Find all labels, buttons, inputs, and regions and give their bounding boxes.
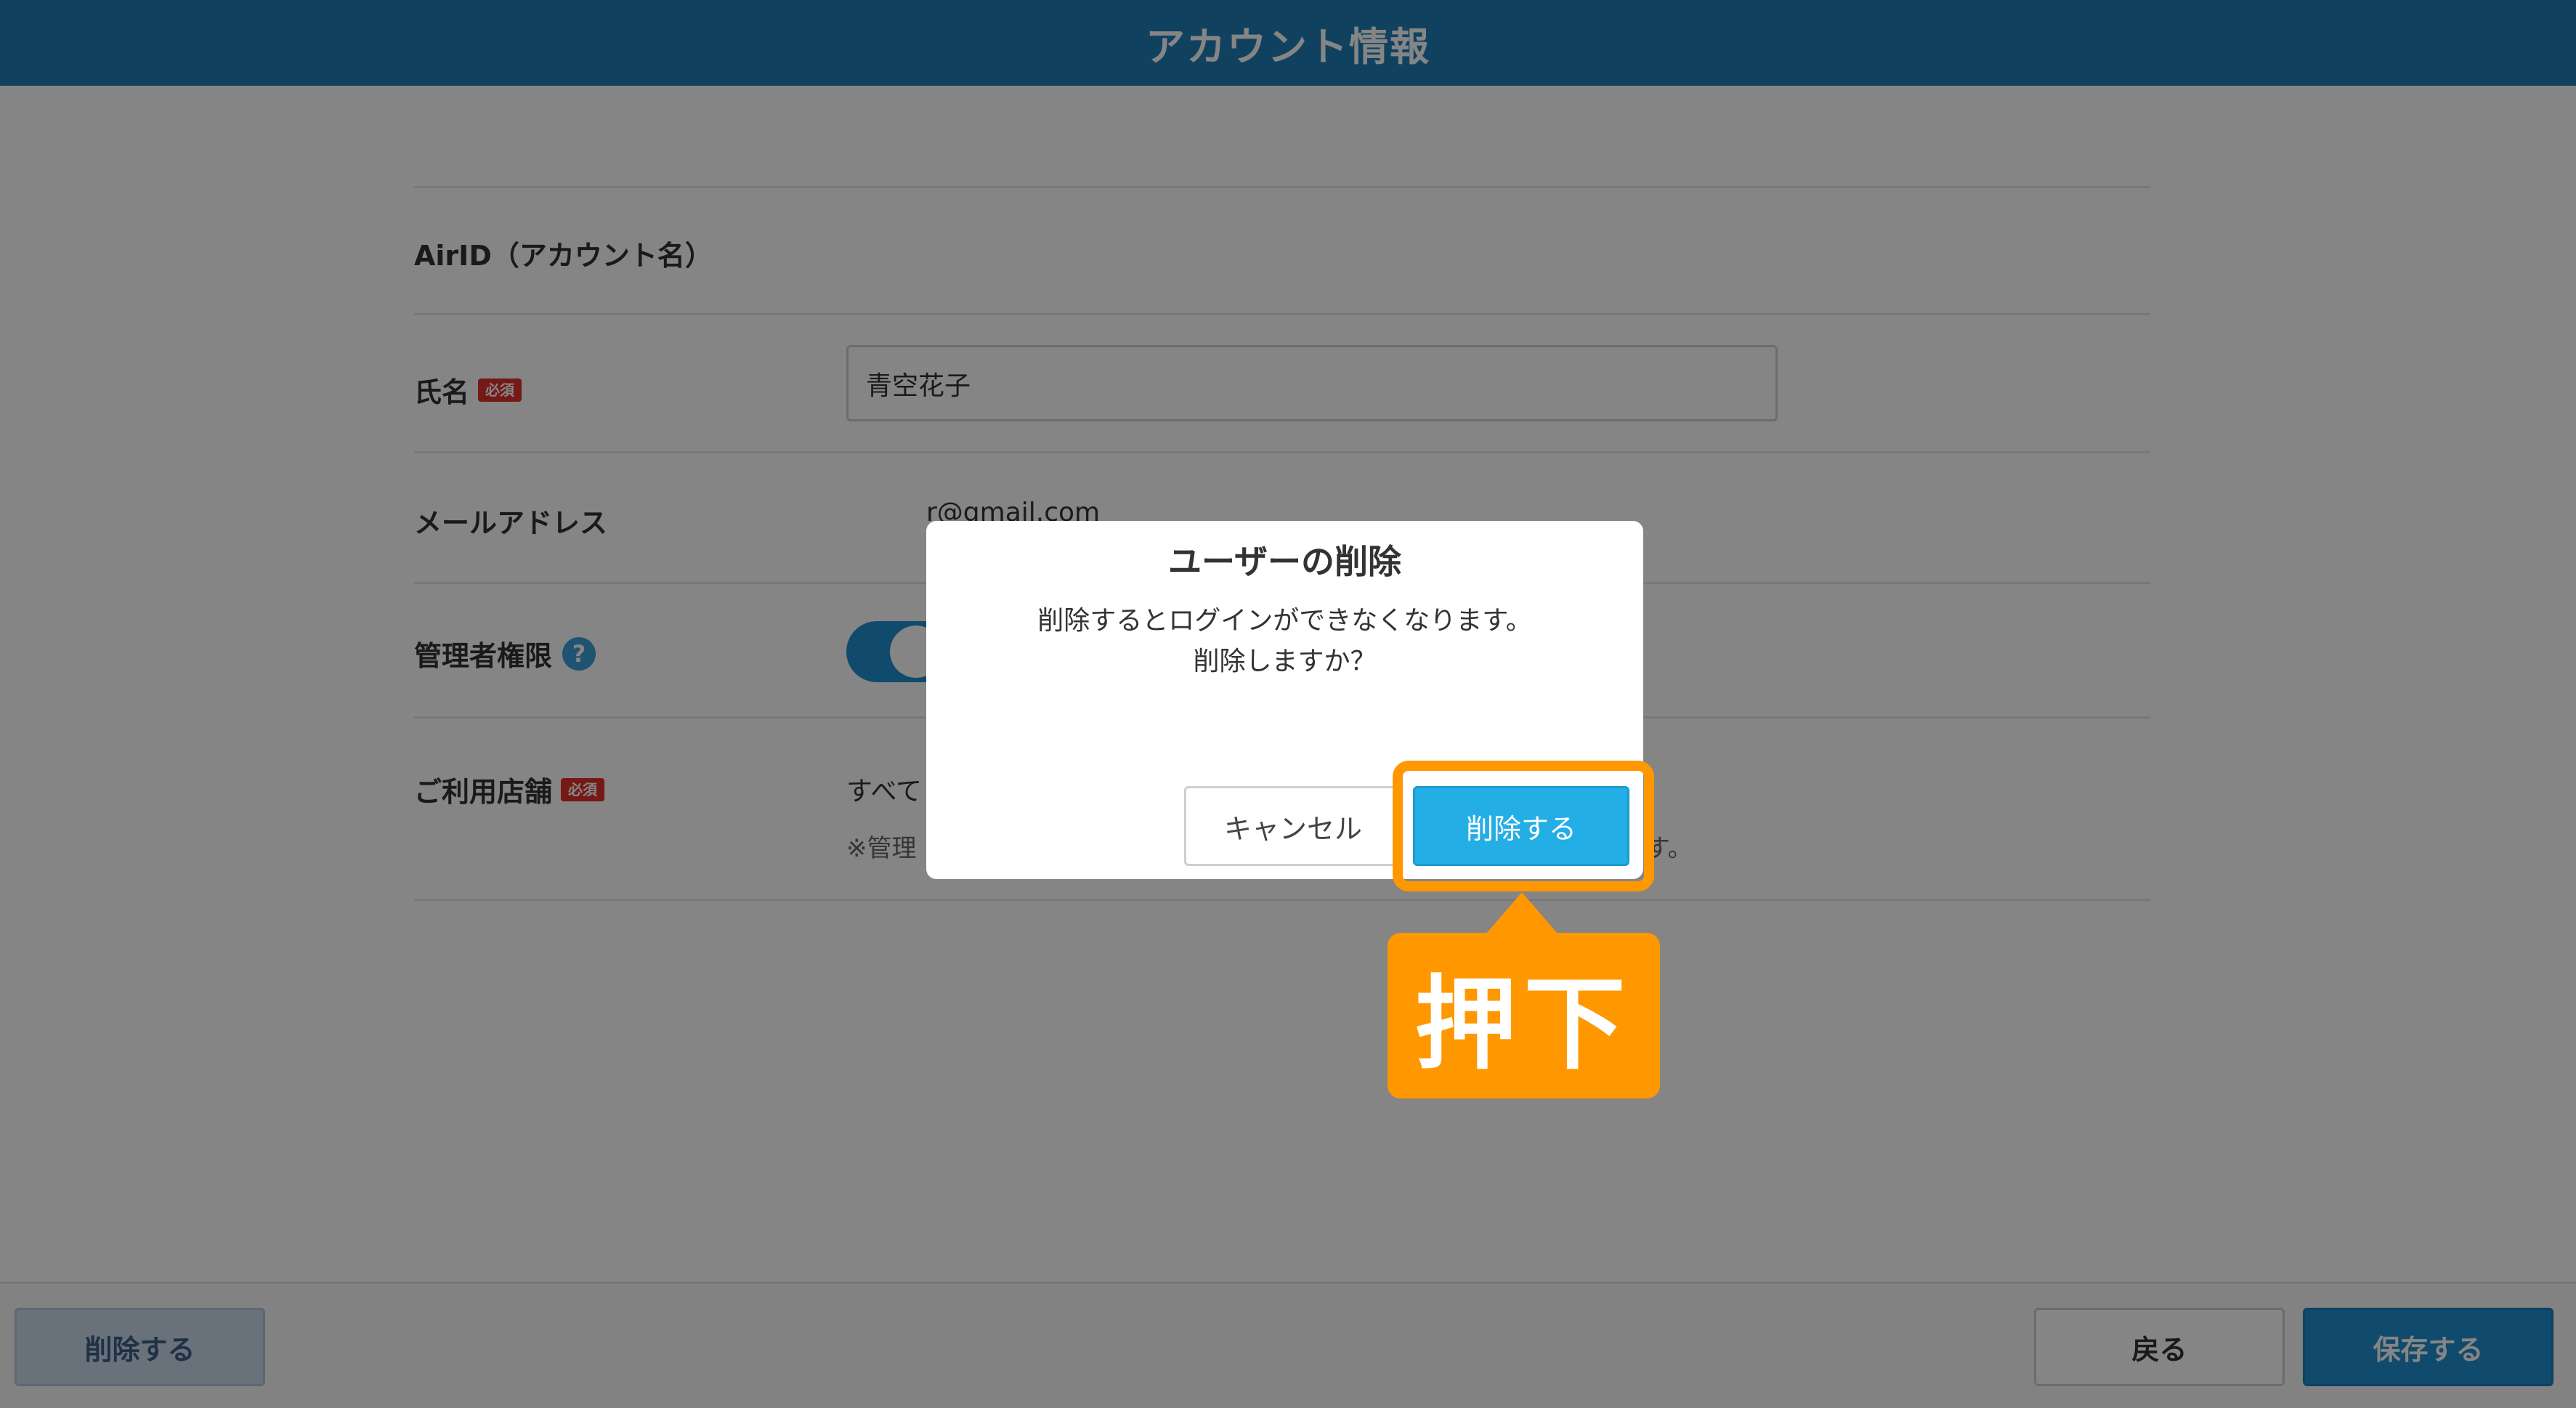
account-info-page: アカウント情報 AirID（アカウント名） 氏名 必須 メールアドレス r@gm… <box>0 0 2576 1408</box>
press-callout: 押下 <box>1388 933 1660 1099</box>
dialog-message: 削除するとログインができなくなります。 削除しますか？ <box>926 601 1643 682</box>
dialog-message-line2: 削除しますか？ <box>1193 647 1377 676</box>
callout-text: 押下 <box>1414 966 1633 1084</box>
highlight-frame <box>1393 761 1654 891</box>
callout-arrow <box>1486 892 1558 934</box>
dialog-message-line1: 削除するとログインができなくなります。 <box>1037 606 1532 636</box>
dialog-title: ユーザーの削除 <box>1167 542 1402 581</box>
cancel-button[interactable]: キャンセル <box>1184 786 1402 866</box>
